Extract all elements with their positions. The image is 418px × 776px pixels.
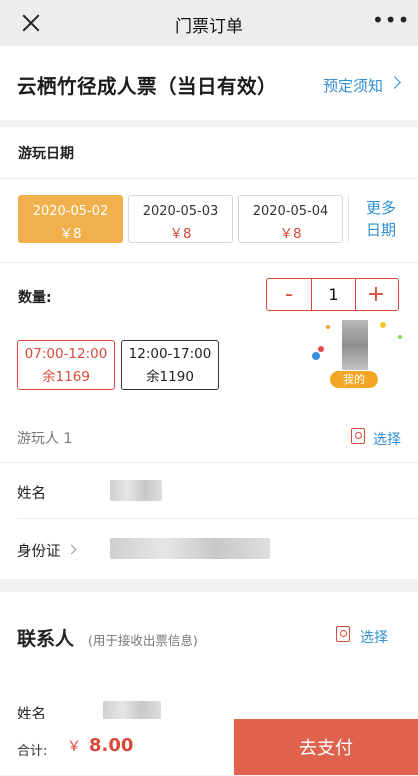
total-value: 8.00 [89, 735, 134, 756]
time-slot-time: 12:00-17:00 [128, 346, 212, 362]
increment-button[interactable]: + [354, 279, 398, 310]
contact-book-icon[interactable] [336, 626, 350, 642]
divider [17, 518, 418, 519]
more-options-icon[interactable]: ••• [372, 8, 410, 32]
date-text: 2020-05-03 [142, 204, 219, 219]
date-option-2020-05-02[interactable]: 2020-05-02 ￥8 [18, 195, 123, 243]
time-slot-morning[interactable]: 07:00-12:00 余1169 [17, 340, 115, 390]
date-option-2020-05-04[interactable]: 2020-05-04 ￥8 [238, 195, 343, 243]
divider [348, 196, 349, 242]
visitor-name-value[interactable] [110, 480, 162, 501]
time-slot-remaining: 余1169 [42, 369, 90, 385]
visitor-select-link[interactable]: 选择 [373, 429, 401, 449]
more-dates-line2: 日期 [365, 221, 396, 239]
quantity-value[interactable]: 1 [311, 279, 356, 310]
divider [0, 462, 418, 463]
confetti-dot [312, 352, 320, 360]
contact-subtitle: (用于接收出票信息) [88, 633, 198, 648]
currency-symbol: ￥ [67, 739, 81, 755]
contact-title: 联系人 [17, 628, 75, 650]
quantity-label: 数量: [18, 290, 52, 306]
mine-badge[interactable]: 我的 [330, 371, 378, 388]
pay-button[interactable]: 去支付 [234, 719, 418, 775]
more-dates-line1: 更多 [365, 199, 396, 217]
date-option-2020-05-03[interactable]: 2020-05-03 ￥8 [128, 195, 233, 243]
page-title: 门票订单 [175, 17, 243, 37]
visitor-name-label: 姓名 [17, 486, 46, 502]
quantity-stepper: - 1 + [266, 278, 399, 311]
contact-book-icon[interactable] [351, 428, 365, 444]
more-dates-button[interactable]: 更多 日期 [365, 197, 397, 241]
date-price: ￥8 [59, 226, 82, 242]
date-text: 2020-05-02 [32, 204, 109, 219]
confetti-dot [380, 322, 386, 328]
visitor-id-label: 身份证 [17, 544, 61, 560]
time-slot-time: 07:00-12:00 [24, 346, 108, 362]
date-price: ￥8 [279, 226, 302, 242]
booking-notice-link[interactable]: 预定须知 [323, 75, 383, 96]
confetti-dot [318, 346, 324, 352]
time-slot-afternoon[interactable]: 12:00-17:00 余1190 [121, 340, 219, 390]
avatar[interactable] [342, 320, 368, 370]
time-slot-remaining: 余1190 [146, 369, 194, 385]
date-text: 2020-05-04 [252, 204, 329, 219]
contact-select-link[interactable]: 选择 [360, 627, 388, 647]
visitor-id-value[interactable] [110, 538, 270, 559]
contact-name-value[interactable] [103, 701, 161, 721]
total-label: 合计: [17, 744, 48, 759]
confetti-dot [326, 325, 330, 329]
ticket-name: 云栖竹径成人票（当日有效） [17, 75, 278, 98]
decrement-button[interactable]: - [267, 279, 311, 310]
visit-date-label: 游玩日期 [18, 146, 74, 162]
total-amount: ￥ 8.00 [67, 735, 133, 756]
confetti-dot [398, 335, 402, 339]
divider [0, 178, 418, 179]
divider [0, 262, 418, 263]
date-price: ￥8 [169, 226, 192, 242]
visitor-heading: 游玩人 1 [17, 431, 73, 447]
